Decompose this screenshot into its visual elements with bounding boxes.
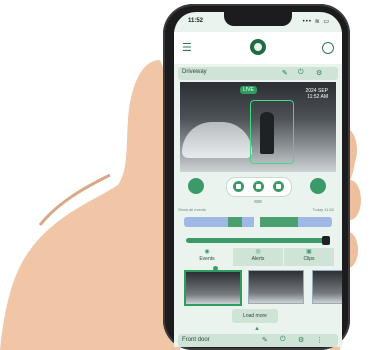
clips-icon: ▣ <box>306 249 312 255</box>
tab-label: Clips <box>303 256 315 262</box>
timeline-event[interactable] <box>260 217 298 227</box>
timeline-label-right: Today 11:52 <box>312 207 335 212</box>
camera-header-second: Front door ✎ ⏻ ⚙ ⋮ <box>178 334 338 347</box>
scrubber-knob[interactable] <box>322 236 330 245</box>
alerts-icon: ◎ <box>255 249 261 255</box>
share-button[interactable] <box>310 178 326 194</box>
timeline-labels: Show all events Today 11:52 <box>178 207 338 215</box>
tab-label: Alerts <box>251 256 265 262</box>
playback-controls <box>174 174 342 198</box>
tab-events[interactable]: ◉ Events <box>182 248 232 266</box>
timeline-label-left: Show all events <box>178 207 207 212</box>
live-badge: LIVE <box>240 86 257 94</box>
phone-notch <box>224 12 292 26</box>
clip-thumbnail[interactable] <box>184 270 242 306</box>
help-icon[interactable] <box>322 42 334 54</box>
calendar-button[interactable] <box>188 178 204 194</box>
event-timeline[interactable] <box>184 217 332 227</box>
car-in-video <box>182 122 252 158</box>
view-tabs: ◉ Events ◎ Alerts ▣ Clips <box>182 248 334 266</box>
timestamp-time: 11:52 AM <box>307 94 328 100</box>
camera-name: Driveway <box>182 69 207 75</box>
events-icon: ◉ <box>204 249 210 255</box>
power-icon[interactable]: ⏻ <box>280 336 286 344</box>
clip-thumbnail[interactable] <box>312 270 342 304</box>
status-time: 11:52 <box>188 18 204 24</box>
clip-thumbnail[interactable] <box>248 270 304 304</box>
app-header: ☰ <box>174 32 342 64</box>
app-logo-icon <box>250 39 266 55</box>
timeline-event[interactable] <box>228 217 242 227</box>
tab-alerts[interactable]: ◎ Alerts <box>233 248 283 266</box>
clip-thumbnails <box>184 270 342 306</box>
camera-name: Front door <box>182 337 210 343</box>
app-screen: 11:52 ••• ≋ ▭ ☰ Driveway ✎ ⏻ ⚙ LIVE 2024… <box>174 12 342 347</box>
pause-button[interactable] <box>253 181 264 192</box>
live-video[interactable]: LIVE 2024 SEP 11:52 AM <box>180 82 336 172</box>
power-icon[interactable]: ⏻ <box>298 69 304 77</box>
status-signal-icon: ••• ≋ ▭ <box>302 19 330 25</box>
chevron-up-icon[interactable]: ▲ <box>254 326 260 332</box>
settings-icon[interactable]: ⚙ <box>316 69 322 77</box>
load-more-button[interactable]: Load more <box>232 309 278 323</box>
tab-label: Events <box>199 256 215 262</box>
scrubber-track[interactable] <box>186 238 326 243</box>
video-timestamp: 2024 SEP 11:52 AM <box>305 88 328 100</box>
rewind-button[interactable] <box>233 181 244 192</box>
menu-icon[interactable]: ☰ <box>182 43 192 54</box>
settings-icon[interactable]: ⚙ <box>298 336 304 344</box>
drag-handle[interactable] <box>254 200 262 203</box>
forward-button[interactable] <box>273 181 284 192</box>
scrubber[interactable] <box>180 236 336 245</box>
person-in-video <box>260 112 274 154</box>
edit-icon[interactable]: ✎ <box>282 69 288 77</box>
camera-header: Driveway ✎ ⏻ ⚙ <box>178 67 338 80</box>
edit-icon[interactable]: ✎ <box>262 336 268 344</box>
more-icon[interactable]: ⋮ <box>316 336 323 344</box>
tab-clips[interactable]: ▣ Clips <box>284 248 334 266</box>
playback-pill <box>226 177 292 197</box>
